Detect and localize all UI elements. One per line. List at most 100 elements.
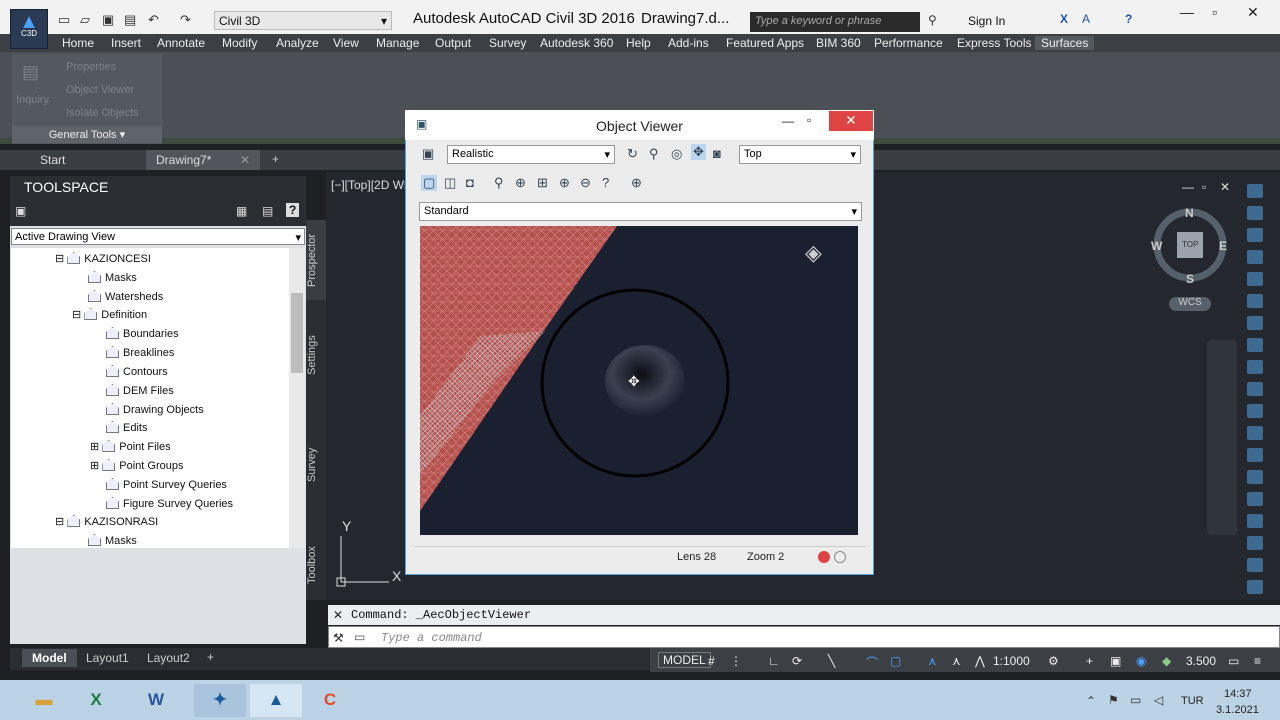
application-menu-button[interactable]: ▲ C3D (10, 9, 48, 49)
record-indicator-icon[interactable] (818, 551, 830, 563)
tool-icon[interactable] (1247, 338, 1263, 352)
compass-e[interactable]: E (1219, 239, 1227, 253)
orbit-icon[interactable]: ↻ (627, 146, 638, 162)
tree-scrollbar[interactable] (289, 248, 305, 548)
zoom-extents-icon[interactable]: ⊞ (537, 175, 548, 191)
new-file-icon[interactable]: ▭ (58, 12, 70, 28)
tree-node-drawing-objects[interactable]: Drawing Objects (106, 403, 204, 416)
tool-icon[interactable] (1247, 272, 1263, 286)
tab-autodesk-360[interactable]: Autodesk 360 (540, 36, 613, 50)
tree-node-definition[interactable]: ⊟ Definition (72, 308, 147, 321)
tab-start[interactable]: Start (30, 150, 142, 170)
tree-node-point-survey-queries[interactable]: Point Survey Queries (106, 478, 227, 491)
zoom-out-icon[interactable]: ⊖ (580, 175, 591, 191)
drawing-icon[interactable]: ▣ (15, 204, 26, 218)
tab-settings[interactable]: Settings (306, 320, 326, 390)
isolate-icon[interactable]: ▣ (1110, 654, 1121, 668)
close-icon[interactable]: ✕ (333, 608, 343, 622)
tab-express-tools[interactable]: Express Tools (957, 36, 1031, 50)
grid-icon[interactable]: # (708, 654, 715, 668)
tray-chevron-icon[interactable]: ⌃ (1086, 694, 1096, 708)
plus-icon[interactable]: + (1086, 654, 1093, 668)
dynamic-ucs-icon[interactable]: ▢ (890, 654, 901, 668)
tab-annotate[interactable]: Annotate (157, 36, 205, 50)
stop-indicator-icon[interactable] (834, 551, 846, 563)
tab-surfaces[interactable]: Surfaces (1035, 36, 1095, 50)
tool-icon[interactable] (1247, 448, 1263, 462)
annotation-icon[interactable]: ⋏ (928, 654, 937, 668)
redo-icon[interactable]: ↷ (180, 12, 191, 28)
model-space-button[interactable]: MODEL (658, 652, 711, 668)
tree-node-breaklines[interactable]: Breaklines (106, 346, 174, 359)
workspace-dropdown[interactable]: Civil 3D ▾ (214, 11, 392, 30)
file-explorer-icon[interactable]: ▬ (24, 684, 64, 717)
network-icon[interactable]: ▭ (1130, 693, 1141, 707)
tab-insert[interactable]: Insert (111, 36, 141, 50)
close-icon[interactable]: ✕ (240, 153, 250, 167)
tab-model[interactable]: Model (22, 649, 77, 667)
tree-node-boundaries[interactable]: Boundaries (106, 327, 179, 340)
compass-n[interactable]: N (1185, 206, 1194, 220)
tree-node-edits[interactable]: Edits (106, 421, 147, 434)
toolspace-view-select[interactable]: Active Drawing View ▾ (11, 228, 305, 245)
tab-layout2[interactable]: Layout2 (137, 649, 200, 667)
object-viewer-button[interactable]: Object Viewer (66, 84, 134, 96)
isolate-objects-button[interactable]: Isolate Objects (66, 107, 139, 119)
tree-node-dem-files[interactable]: DEM Files (106, 384, 174, 397)
wcs-menu[interactable]: WCS (1169, 297, 1211, 311)
civil3d-taskbar-icon[interactable]: ▲ (250, 684, 302, 717)
tab-analyze[interactable]: Analyze (276, 36, 319, 50)
elevation-value[interactable]: 3.500 (1186, 654, 1216, 668)
print-icon[interactable]: ▤ (124, 12, 136, 28)
tree-node-point-files[interactable]: ⊞ Point Files (90, 440, 171, 453)
clock-time[interactable]: 14:37 (1224, 688, 1252, 700)
a360-icon[interactable]: A (1082, 12, 1090, 26)
tree-node-watersheds[interactable]: Watersheds (88, 290, 163, 303)
wrench-icon[interactable]: ⚒ (333, 631, 344, 645)
tree-node-masks-2[interactable]: Masks (88, 534, 137, 547)
camera-icon[interactable]: ◙ (713, 146, 721, 161)
camtasia-icon[interactable]: C (310, 684, 350, 717)
display-style-select[interactable]: Standard ▾ (419, 202, 862, 221)
tool-icon[interactable] (1247, 580, 1263, 594)
minimize-icon[interactable]: — (782, 114, 794, 128)
tool-icon[interactable] (1247, 404, 1263, 418)
open-folder-icon[interactable]: ▱ (80, 12, 90, 28)
tool-icon[interactable] (1247, 514, 1263, 528)
tool-icon[interactable] (1247, 426, 1263, 440)
pan-icon[interactable]: ✥ (691, 144, 706, 160)
tab-prospector[interactable]: Prospector (306, 220, 326, 300)
center-icon[interactable]: ⊕ (631, 175, 642, 191)
zoom-previous-icon[interactable]: ? (602, 175, 609, 190)
tool-icon[interactable] (1247, 228, 1263, 242)
tool-icon[interactable] (1247, 294, 1263, 308)
tool-icon[interactable] (1247, 536, 1263, 550)
new-tab-icon[interactable]: + (272, 152, 279, 166)
viewport-minimize-icon[interactable]: — (1182, 180, 1194, 194)
sign-in-button[interactable]: Sign In (968, 14, 1005, 28)
flag-icon[interactable]: ⚑ (1108, 693, 1119, 707)
tab-help[interactable]: Help (626, 36, 651, 50)
maximize-icon[interactable]: ▫ (807, 113, 811, 127)
add-layout-icon[interactable]: + (207, 650, 214, 664)
ortho-icon[interactable]: ∟ (768, 654, 780, 668)
volume-icon[interactable]: ◁ (1154, 693, 1163, 707)
inquiry-icon[interactable]: ▤ (22, 62, 39, 83)
tree-node-kazisonrasi[interactable]: ⊟ KAZISONRASI (55, 515, 158, 528)
clock-date[interactable]: 3.1.2021 (1216, 704, 1259, 716)
scroll-thumb[interactable] (291, 293, 303, 373)
tool-icon[interactable] (1247, 558, 1263, 572)
camera-view-icon[interactable]: ◘ (466, 175, 474, 190)
view-cube-icon[interactable]: ▢ (421, 175, 438, 191)
tool-icon[interactable] (1247, 316, 1263, 330)
tab-add-ins[interactable]: Add-ins (668, 36, 709, 50)
list-view-icon[interactable]: ▤ (262, 204, 273, 218)
tab-home[interactable]: Home (62, 36, 94, 50)
scale-icon[interactable]: ⋀ (975, 654, 985, 668)
tool-icon[interactable] (1247, 470, 1263, 484)
binoculars-icon[interactable]: ⚲ (928, 13, 937, 27)
customize-icon[interactable]: ≡ (1254, 654, 1261, 668)
tool-icon[interactable] (1247, 382, 1263, 396)
compass-s[interactable]: S (1186, 272, 1194, 286)
annotation-scale[interactable]: 1:1000 (993, 654, 1030, 668)
